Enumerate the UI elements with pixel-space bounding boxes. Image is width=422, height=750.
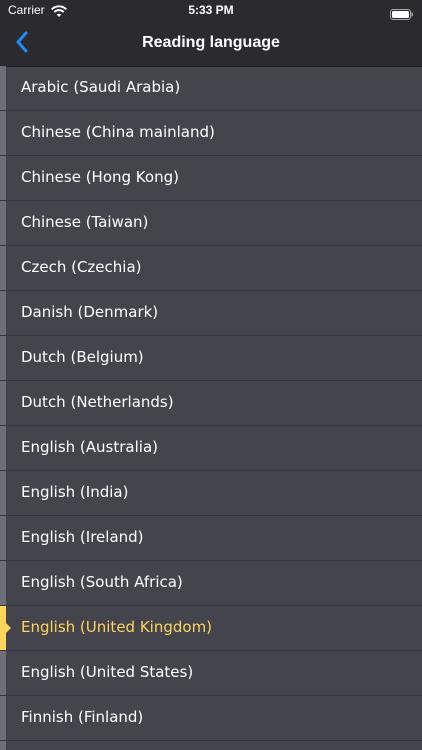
- row-rail: [0, 66, 6, 110]
- list-item-label: Chinese (Hong Kong): [21, 168, 179, 186]
- list-item[interactable]: Chinese (Taiwan): [0, 201, 422, 246]
- list-item[interactable]: English (Ireland): [0, 516, 422, 561]
- battery-icon: [390, 5, 414, 20]
- row-rail: [0, 426, 6, 470]
- list-item-label: English (United Kingdom): [21, 618, 213, 636]
- list-item[interactable]: English (United States): [0, 651, 422, 696]
- list-item-label: Arabic (Saudi Arabia): [21, 78, 181, 96]
- list-item[interactable]: Finnish (Finland): [0, 696, 422, 741]
- row-rail: [0, 471, 6, 515]
- list-item[interactable]: Chinese (China mainland): [0, 111, 422, 156]
- language-list[interactable]: Arabic (Saudi Arabia) Chinese (China main…: [0, 66, 422, 750]
- list-item-label: Danish (Denmark): [21, 303, 159, 321]
- list-item[interactable]: Dutch (Netherlands): [0, 381, 422, 426]
- list-item-label: English (India): [21, 483, 129, 501]
- list-item[interactable]: Danish (Denmark): [0, 291, 422, 336]
- list-item[interactable]: Arabic (Saudi Arabia): [0, 66, 422, 111]
- row-rail: [0, 201, 6, 245]
- status-bar: Carrier 5:33 PM: [0, 0, 422, 22]
- list-item-label: English (United States): [21, 663, 194, 681]
- list-item-label: Dutch (Netherlands): [21, 393, 174, 411]
- list-item[interactable]: English (United Kingdom): [0, 606, 422, 651]
- list-item[interactable]: English (Australia): [0, 426, 422, 471]
- list-item[interactable]: Dutch (Belgium): [0, 336, 422, 381]
- row-rail: [0, 246, 6, 290]
- list-item-label: Finnish (Finland): [21, 708, 144, 726]
- list-item-label: Chinese (China mainland): [21, 123, 215, 141]
- page-title: Reading language: [142, 34, 280, 51]
- row-rail: [0, 156, 6, 200]
- list-item-label: English (South Africa): [21, 573, 183, 591]
- list-item-label: Czech (Czechia): [21, 258, 142, 276]
- list-item-label: English (Australia): [21, 438, 158, 456]
- status-time: 5:33 PM: [188, 3, 234, 17]
- list-item-label: English (Ireland): [21, 528, 144, 546]
- row-rail: [0, 561, 6, 605]
- row-rail: [0, 516, 6, 560]
- list-item[interactable]: English (South Africa): [0, 561, 422, 606]
- row-rail: [0, 111, 6, 155]
- selection-marker-icon: [5, 622, 11, 634]
- row-rail: [0, 696, 6, 740]
- list-item[interactable]: English (India): [0, 471, 422, 516]
- row-rail: [0, 336, 6, 380]
- row-rail: [0, 381, 6, 425]
- row-rail: [0, 291, 6, 335]
- navigation-bar: Reading language: [0, 22, 422, 67]
- list-item[interactable]: Czech (Czechia): [0, 246, 422, 291]
- list-item-label: Dutch (Belgium): [21, 348, 144, 366]
- row-rail: [0, 651, 6, 695]
- list-item-label: Chinese (Taiwan): [21, 213, 149, 231]
- row-rail: [0, 741, 6, 750]
- list-item[interactable]: [0, 741, 422, 750]
- list-item[interactable]: Chinese (Hong Kong): [0, 156, 422, 201]
